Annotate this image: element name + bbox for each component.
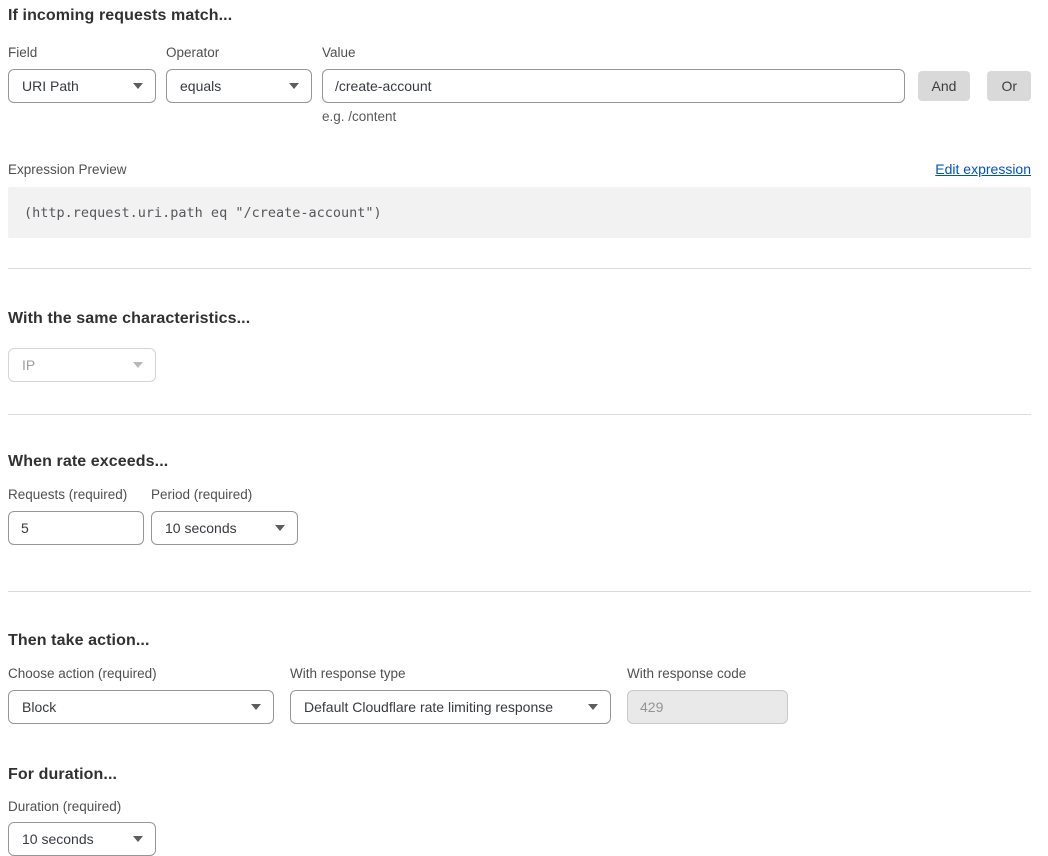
match-builder-row: Field URI Path Operator equals Value e.g…: [8, 45, 1031, 124]
section-title-rate: When rate exceeds...: [8, 453, 1031, 471]
duration-select[interactable]: 10 seconds: [8, 822, 156, 856]
section-incoming-requests-match: If incoming requests match... Field URI …: [8, 7, 1031, 238]
section-take-action: Then take action... Choose action (requi…: [8, 632, 1031, 724]
section-divider: [8, 414, 1031, 415]
section-title-characteristics: With the same characteristics...: [8, 310, 1031, 328]
section-divider: [8, 591, 1031, 592]
chevron-down-icon: [275, 525, 285, 531]
section-title-duration: For duration...: [8, 766, 1031, 784]
response-type-select-value: Default Cloudflare rate limiting respons…: [304, 699, 553, 715]
field-group-response-type: With response type Default Cloudflare ra…: [290, 666, 611, 724]
chevron-down-icon: [133, 836, 143, 842]
choose-action-select[interactable]: Block: [8, 690, 274, 724]
section-title-match: If incoming requests match...: [8, 7, 1031, 25]
action-row: Choose action (required) Block With resp…: [8, 666, 1031, 724]
section-rate-exceeds: When rate exceeds... Requests (required)…: [8, 453, 1031, 545]
field-group-operator: Operator equals: [166, 45, 312, 103]
field-group-period: Period (required) 10 seconds: [151, 487, 298, 545]
operator-select[interactable]: equals: [166, 69, 312, 103]
value-hint: e.g. /content: [322, 109, 905, 124]
response-type-select[interactable]: Default Cloudflare rate limiting respons…: [290, 690, 611, 724]
expression-preview-box: (http.request.uri.path eq "/create-accou…: [8, 187, 1031, 238]
choose-action-select-value: Block: [22, 699, 56, 715]
section-for-duration: For duration... Duration (required) 10 s…: [8, 766, 1031, 856]
duration-label: Duration (required): [8, 799, 1031, 814]
expression-code: (http.request.uri.path eq "/create-accou…: [24, 205, 382, 221]
and-button[interactable]: And: [918, 71, 971, 101]
section-same-characteristics: With the same characteristics... IP: [8, 310, 1031, 382]
characteristics-select: IP: [8, 348, 156, 382]
duration-select-value: 10 seconds: [22, 831, 94, 847]
chevron-down-icon: [251, 704, 261, 710]
response-type-label: With response type: [290, 666, 611, 681]
choose-action-label: Choose action (required): [8, 666, 274, 681]
edit-expression-link[interactable]: Edit expression: [935, 161, 1031, 177]
characteristics-select-value: IP: [22, 357, 35, 373]
chevron-down-icon: [133, 362, 143, 368]
field-select[interactable]: URI Path: [8, 69, 156, 103]
field-group-field: Field URI Path: [8, 45, 156, 103]
chevron-down-icon: [588, 704, 598, 710]
value-label: Value: [322, 45, 905, 60]
section-title-action: Then take action...: [8, 632, 1031, 650]
period-select-value: 10 seconds: [165, 520, 237, 536]
field-group-requests: Requests (required): [8, 487, 144, 545]
response-code-label: With response code: [627, 666, 788, 681]
field-label: Field: [8, 45, 156, 60]
field-select-value: URI Path: [22, 78, 79, 94]
operator-select-value: equals: [180, 78, 221, 94]
rate-limiting-rule-form: If incoming requests match... Field URI …: [0, 0, 1048, 856]
connector-group: And Or: [905, 45, 1031, 101]
expression-preview-header: Expression Preview Edit expression: [8, 161, 1031, 177]
expression-preview-label: Expression Preview: [8, 162, 127, 177]
field-group-response-code: With response code: [627, 666, 788, 724]
rate-row: Requests (required) Period (required) 10…: [8, 487, 1031, 545]
connector-buttons: And Or: [918, 69, 1031, 101]
requests-label: Requests (required): [8, 487, 144, 502]
label-spacer: [905, 45, 1031, 69]
field-group-value: Value e.g. /content: [322, 45, 905, 124]
operator-label: Operator: [166, 45, 312, 60]
response-code-input: [627, 690, 788, 724]
chevron-down-icon: [289, 83, 299, 89]
period-label: Period (required): [151, 487, 298, 502]
period-select[interactable]: 10 seconds: [151, 511, 298, 545]
or-button[interactable]: Or: [987, 71, 1031, 101]
requests-input[interactable]: [8, 511, 144, 545]
field-group-choose-action: Choose action (required) Block: [8, 666, 274, 724]
section-divider: [8, 268, 1031, 269]
chevron-down-icon: [133, 83, 143, 89]
value-input[interactable]: [322, 69, 905, 103]
